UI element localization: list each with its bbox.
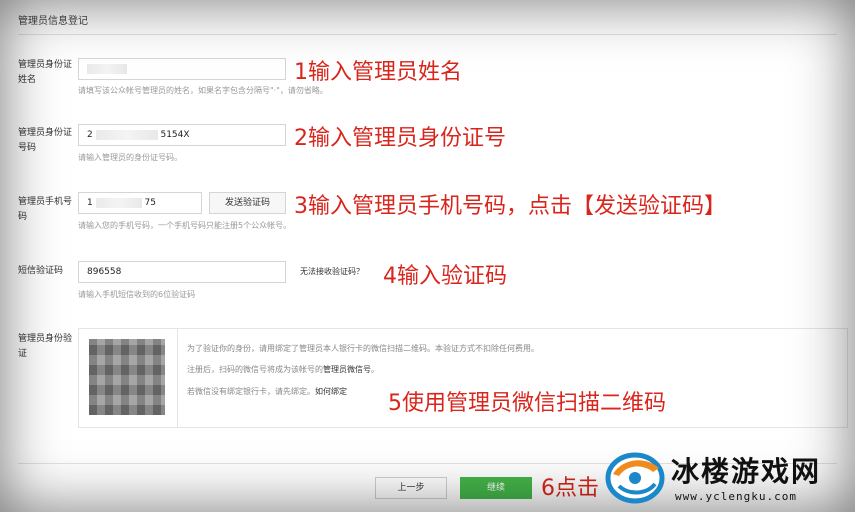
sms-label: 短信验证码	[18, 266, 64, 276]
annotation-step-1: 1输入管理员姓名	[294, 60, 462, 85]
continue-button[interactable]: 继续	[460, 477, 532, 499]
annotation-step-5: 5使用管理员微信扫描二维码	[388, 391, 666, 416]
qr-code-image	[89, 339, 165, 415]
admin-wechat-emphasis: 管理员微信号	[323, 365, 371, 374]
phone-hint: 请输入您的手机号码，一个手机号码只能注册5个公众帐号。	[78, 221, 292, 230]
id-value-prefix: 2	[87, 130, 93, 140]
verify-line-1: 为了验证你的身份，请用绑定了管理员本人银行卡的微信扫描二维码。本验证方式不扣除任…	[187, 344, 539, 353]
how-to-bind-link[interactable]: 如何绑定	[315, 387, 347, 396]
watermark-url: www.yclengku.com	[675, 490, 797, 503]
redacted-value	[95, 197, 142, 208]
page-title: 管理员信息登记	[18, 16, 88, 27]
id-hint: 请输入管理员的身份证号码。	[78, 153, 182, 162]
id-label: 管理员身份证号码	[18, 128, 73, 153]
id-number-input[interactable]: 2 5154X	[78, 124, 286, 146]
ice-logo-icon	[605, 452, 665, 504]
name-label: 管理员身份证姓名	[18, 60, 73, 85]
verify-line-2-a: 注册后，扫码的微信号将成为该帐号的	[187, 365, 323, 374]
sms-code-input[interactable]: 896558	[78, 261, 286, 283]
annotation-step-4: 4输入验证码	[383, 264, 507, 289]
annotation-step-3: 3输入管理员手机号码，点击【发送验证码】	[294, 194, 726, 219]
watermark-title: 冰楼游戏网	[671, 455, 822, 488]
phone-input[interactable]: 1 75	[78, 192, 202, 214]
verify-line-2-c: 。	[371, 365, 379, 374]
verify-label: 管理员身份验证	[18, 334, 73, 359]
redacted-value	[87, 63, 127, 74]
qr-cell	[79, 329, 178, 427]
id-value-suffix: 5154X	[160, 130, 190, 140]
sms-hint: 请输入手机短信收到的6位验证码	[78, 290, 196, 299]
watermark: 冰楼游戏网 www.yclengku.com	[605, 448, 850, 508]
redacted-value	[95, 129, 158, 140]
name-hint: 请填写该公众帐号管理员的姓名，如果名字包含分隔号"·"，请勿省略。	[78, 86, 328, 95]
phone-label: 管理员手机号码	[18, 197, 73, 222]
header-divider	[18, 34, 837, 35]
phone-value-suffix: 75	[144, 198, 156, 208]
annotation-step-2: 2输入管理员身份证号	[294, 126, 506, 151]
phone-value-prefix: 1	[87, 198, 93, 208]
verify-line-3: 若微信没有绑定银行卡，请先绑定。如何绑定	[187, 386, 347, 397]
cannot-receive-code-link[interactable]: 无法接收验证码？	[300, 266, 364, 277]
name-input[interactable]	[78, 58, 286, 80]
previous-step-button[interactable]: 上一步	[375, 477, 447, 499]
send-code-button[interactable]: 发送验证码	[209, 192, 286, 214]
verify-line-3-a: 若微信没有绑定银行卡，请先绑定。	[187, 387, 315, 396]
annotation-step-6: 6点击	[541, 476, 599, 501]
verify-line-2: 注册后，扫码的微信号将成为该帐号的管理员微信号。	[187, 364, 379, 375]
